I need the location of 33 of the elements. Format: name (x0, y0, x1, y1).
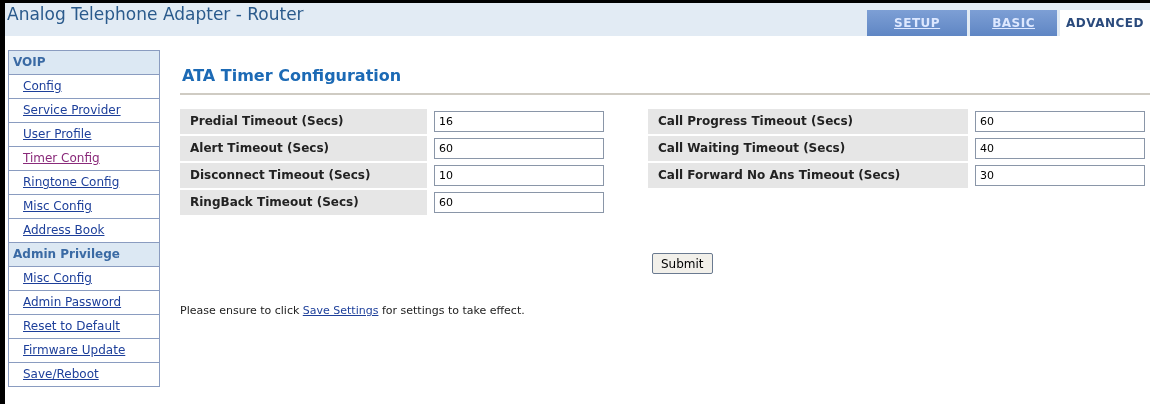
page-title: ATA Timer Configuration (181, 66, 403, 85)
nav-tab[interactable]: ADVANCED (1060, 10, 1150, 36)
sidebar-link[interactable]: User Profile (9, 123, 159, 147)
sidebar-link[interactable]: Misc Config (9, 195, 159, 219)
sidebar-link[interactable]: Save/Reboot (9, 363, 159, 387)
save-note: Please ensure to click Save Settings for settings to take effect. (180, 304, 526, 317)
input-field[interactable]: 40 (975, 138, 1145, 159)
sidebar-link[interactable]: Firmware Update (9, 339, 159, 363)
sidebar-heading: VOIP (9, 51, 159, 75)
sidebar-heading: Admin Privilege (9, 243, 159, 267)
field-label: Call Forward No Ans Timeout (Secs) (648, 163, 968, 188)
field-label: RingBack Timeout (Secs) (180, 190, 427, 215)
field-label: Call Waiting Timeout (Secs) (648, 136, 968, 161)
input-field[interactable]: 10 (434, 165, 604, 186)
input-field[interactable]: 60 (434, 138, 604, 159)
field-label: Call Progress Timeout (Secs) (648, 109, 968, 134)
sidebar-link[interactable]: Misc Config (9, 267, 159, 291)
app-title: Analog Telephone Adapter - Router (6, 3, 304, 24)
field-label: Alert Timeout (Secs) (180, 136, 427, 161)
sidebar-link[interactable]: Timer Config (9, 147, 159, 171)
sidebar-link[interactable]: Admin Password (9, 291, 159, 315)
sidebar-link[interactable]: Reset to Default (9, 315, 159, 339)
field-label: Predial Timeout (Secs) (180, 109, 427, 134)
save-settings-link[interactable]: Save Settings (302, 304, 379, 317)
input-field[interactable]: 60 (975, 111, 1145, 132)
input-field[interactable]: 60 (434, 192, 604, 213)
submit-button[interactable]: Submit (652, 253, 713, 274)
sidebar-link[interactable]: Ringtone Config (9, 171, 159, 195)
field-label: Disconnect Timeout (Secs) (180, 163, 427, 188)
input-field[interactable]: 30 (975, 165, 1145, 186)
input-field[interactable]: 16 (434, 111, 604, 132)
sidebar-link[interactable]: Service Provider (9, 99, 159, 123)
sidebar-link[interactable]: Config (9, 75, 159, 99)
